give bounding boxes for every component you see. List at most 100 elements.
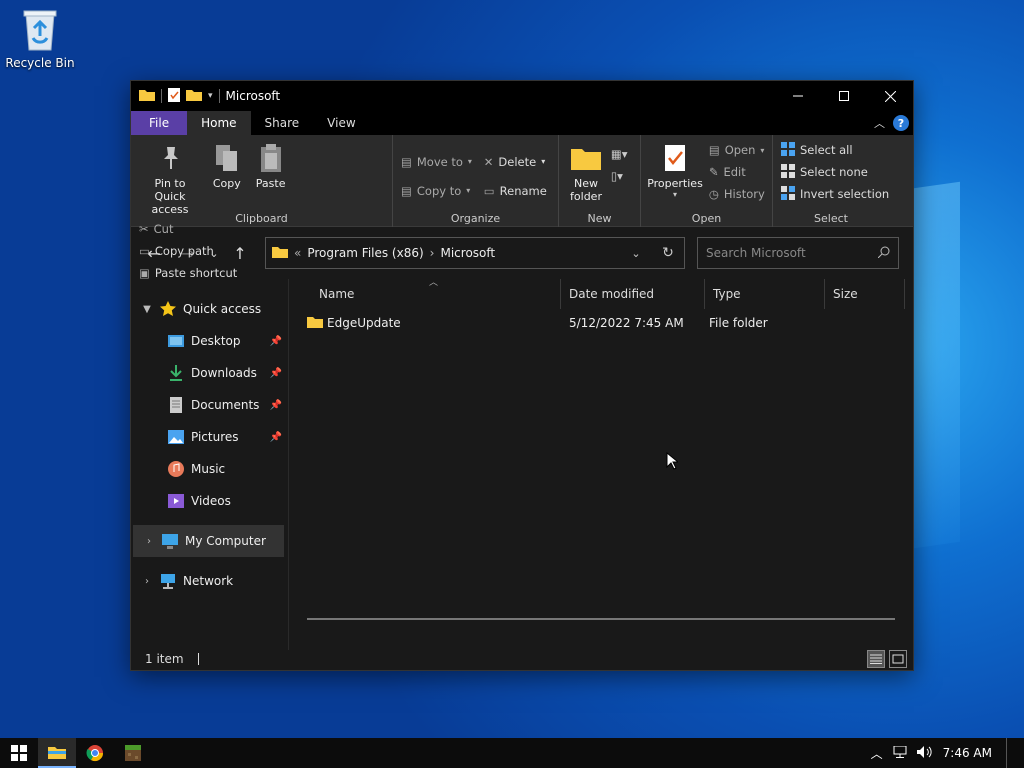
help-icon[interactable]: ? [893,115,909,131]
tab-share[interactable]: Share [251,111,314,135]
copy-path-icon: ▭ [139,244,150,258]
history-button[interactable]: ◷ History [709,183,765,205]
pictures-icon [167,429,185,445]
history-icon: ◷ [708,187,719,201]
select-all-button[interactable]: Select all [781,139,889,161]
properties-quick-icon[interactable] [168,87,180,105]
copy-icon [211,141,243,175]
nav-item-pictures[interactable]: Pictures 📌 [131,421,288,453]
column-type[interactable]: Type [705,279,825,309]
easy-access-button[interactable]: ▯▾ [611,165,628,187]
copy-button[interactable]: Copy [207,139,247,192]
copy-path-button[interactable]: ▭ Copy path [139,240,237,262]
recycle-bin-shortcut[interactable]: Recycle Bin [4,8,76,70]
title-bar[interactable]: ▾ Microsoft [131,81,913,111]
nav-my-computer-label: My Computer [185,534,266,548]
window-title: Microsoft [225,89,281,103]
details-view-button[interactable] [867,650,885,668]
paste-shortcut-label: Paste shortcut [154,266,238,280]
nav-item-desktop[interactable]: Desktop 📌 [131,325,288,357]
maximize-button[interactable] [821,81,867,111]
select-none-button[interactable]: Select none [781,161,889,183]
clipboard-group-label: Clipboard [235,212,288,225]
rename-label: Rename [499,183,547,198]
file-name: EdgeUpdate [327,316,401,330]
volume-icon[interactable] [916,745,933,761]
invert-selection-button[interactable]: Invert selection [781,183,889,205]
breadcrumb-microsoft[interactable]: Microsoft [440,246,495,260]
recycle-bin-label: Recycle Bin [5,56,75,70]
customize-toolbar-icon[interactable]: ▾ [208,91,213,101]
edit-button[interactable]: ✎ Edit [709,161,765,183]
clock[interactable]: 7:46 AM [943,746,992,760]
toolbar-separator [218,89,220,103]
file-type: File folder [709,316,768,330]
copy-to-button[interactable]: ▤ Copy to ▾ [401,176,472,205]
nav-network[interactable]: › Network [131,565,288,597]
column-size[interactable]: Size [825,279,905,309]
large-icons-view-button[interactable] [889,650,907,668]
nav-item-music[interactable]: Music [131,453,288,485]
file-explorer-taskbar-button[interactable] [38,738,76,768]
address-dropdown-icon[interactable]: ⌄ [620,247,652,260]
invert-selection-label: Invert selection [800,187,890,201]
start-button[interactable] [0,738,38,768]
nav-quick-access[interactable]: ▼ Quick access [131,293,288,325]
chrome-taskbar-button[interactable] [76,738,114,768]
system-tray: ︿ 7:46 AM [871,738,1024,768]
show-hidden-icons-icon[interactable]: ︿ [871,745,883,762]
nav-item-downloads[interactable]: Downloads 📌 [131,357,288,389]
collapse-arrow-icon[interactable]: ▼ [135,304,159,315]
breadcrumb-program-files[interactable]: Program Files (x86) [307,246,423,260]
address-bar[interactable]: « Program Files (x86) › Microsoft ⌄ ↻ [265,237,685,269]
column-name[interactable]: Name [289,279,561,309]
toolbar-separator [161,89,162,103]
refresh-icon[interactable]: ↻ [652,245,684,261]
nav-quick-access-label: Quick access [183,302,262,316]
paste-button[interactable]: Paste [251,139,291,192]
column-date-modified[interactable]: Date modified [561,279,705,309]
move-to-label: Move to [416,154,463,169]
nav-item-documents[interactable]: Documents 📌 [131,389,288,421]
new-item-button[interactable]: ▦▾ [611,143,628,165]
search-box[interactable] [697,237,899,269]
select-none-icon [781,163,795,181]
properties-button[interactable]: Properties ▾ [647,139,703,201]
navigation-pane: ▼ Quick access Desktop 📌 Downloads 📌 Doc… [131,279,289,650]
delete-button[interactable]: ✕ Delete ▾ [484,147,547,176]
open-button[interactable]: ▤ Open ▾ [709,139,765,161]
search-icon [877,246,890,261]
new-folder-quick-icon[interactable] [186,88,202,104]
network-status-icon[interactable] [893,745,907,761]
paste-icon [255,141,287,175]
search-input[interactable] [706,246,866,260]
file-explorer-window: ▾ Microsoft File Home Share View ︿ ? Pin… [130,80,914,671]
tab-view[interactable]: View [313,111,369,135]
properties-label: Properties [647,177,703,190]
rename-button[interactable]: ▭ Rename [484,176,547,205]
minimize-button[interactable] [775,81,821,111]
expand-arrow-icon[interactable]: › [137,536,161,547]
tab-file[interactable]: File [131,111,188,135]
nav-item-label: Documents [191,398,260,412]
new-folder-button[interactable]: New folder [565,139,607,205]
copy-label: Copy [212,177,241,190]
nav-item-label: Pictures [191,430,239,444]
tab-home[interactable]: Home [187,111,251,135]
minecraft-taskbar-button[interactable] [114,738,152,768]
mouse-cursor-icon [666,451,680,473]
table-row[interactable]: EdgeUpdate 5/12/2022 7:45 AM File folder [289,311,913,335]
move-to-button[interactable]: ▤ Move to ▾ [401,147,472,176]
close-button[interactable] [867,81,913,111]
collapse-ribbon-icon[interactable]: ︿ [874,115,885,131]
show-desktop-button[interactable] [1006,738,1010,768]
breadcrumb-separator[interactable]: › [430,246,435,260]
ribbon: Pin to Quick access Copy Paste ✂ Cut ▭ Cop… [131,135,913,280]
nav-my-computer[interactable]: › My Computer [133,525,284,557]
edit-icon: ✎ [708,165,719,179]
nav-item-videos[interactable]: Videos [131,485,288,517]
pin-quick-access-button[interactable]: Pin to Quick access [137,139,203,218]
address-overflow[interactable]: « [294,246,301,260]
expand-arrow-icon[interactable]: › [135,576,159,587]
horizontal-scrollbar[interactable] [307,618,895,620]
